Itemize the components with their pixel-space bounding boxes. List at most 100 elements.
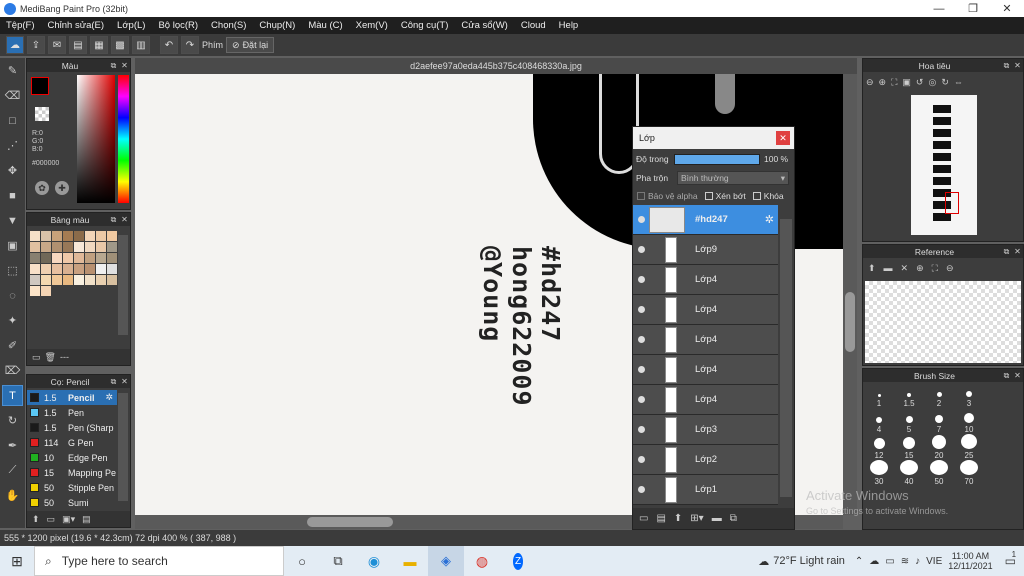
brush-export-icon[interactable]: ▤ bbox=[82, 514, 91, 525]
brush-size-option[interactable]: 30 bbox=[864, 460, 894, 486]
fit-icon[interactable]: ⛶ bbox=[932, 263, 938, 274]
menu-color[interactable]: Màu (C) bbox=[308, 20, 342, 31]
brush-item[interactable]: 1.5 Pen (Sharp bbox=[27, 420, 117, 435]
palette-swatch[interactable] bbox=[96, 242, 106, 252]
close-reference-icon[interactable]: ✕ bbox=[901, 263, 909, 274]
close-button[interactable]: ✕ bbox=[990, 0, 1024, 17]
battery-icon[interactable]: ▭ bbox=[885, 556, 894, 567]
palette-swatch[interactable] bbox=[96, 253, 106, 263]
palette-swatch[interactable] bbox=[52, 242, 62, 252]
menu-file[interactable]: Tệp(F) bbox=[6, 20, 35, 31]
eye-icon[interactable] bbox=[633, 486, 649, 493]
add-brush-icon[interactable]: ⬆ bbox=[32, 514, 40, 525]
palette-swatch[interactable] bbox=[30, 253, 40, 263]
float-icon[interactable]: ⧉ bbox=[1001, 247, 1012, 257]
palette-swatch[interactable] bbox=[30, 275, 40, 285]
dot-tool-icon[interactable]: ⋰ bbox=[2, 135, 23, 156]
task-view-icon[interactable]: ⧉ bbox=[320, 553, 356, 569]
open-folder-icon[interactable]: ▬ bbox=[884, 263, 893, 273]
palette-swatch[interactable] bbox=[63, 242, 73, 252]
blend-mode-select[interactable]: Bình thường ▾ bbox=[677, 171, 789, 185]
eye-icon[interactable] bbox=[633, 456, 649, 463]
eye-icon[interactable] bbox=[633, 276, 649, 283]
vertical-scroll-thumb[interactable] bbox=[845, 292, 855, 352]
merge-layer-icon[interactable]: ⧉ bbox=[730, 513, 737, 524]
select-eraser-tool-icon[interactable]: ⌦ bbox=[2, 360, 23, 381]
hue-slider[interactable] bbox=[118, 75, 129, 203]
palette-swatch[interactable] bbox=[30, 231, 40, 241]
new-halftone-layer-icon[interactable]: ▤ bbox=[656, 513, 665, 524]
menu-cloud[interactable]: Cloud bbox=[521, 20, 546, 31]
color-wheel-icon[interactable]: ✿ bbox=[35, 181, 49, 195]
fit-icon[interactable]: ⛶ bbox=[891, 77, 897, 88]
palette-swatch[interactable] bbox=[41, 286, 51, 296]
palette-scrollbar[interactable] bbox=[118, 235, 128, 335]
new-brush-icon[interactable]: ▭ bbox=[47, 514, 56, 525]
horizontal-scroll-thumb[interactable] bbox=[307, 517, 393, 527]
share-icon[interactable]: ⇪ bbox=[27, 36, 45, 54]
language-indicator[interactable]: VIE bbox=[926, 556, 942, 567]
palette-swatch[interactable] bbox=[85, 264, 95, 274]
bucket-tool-icon[interactable]: ▼ bbox=[2, 210, 23, 231]
brush-item[interactable]: 1.5 Pencil ✲ bbox=[27, 390, 117, 405]
menu-help[interactable]: Help bbox=[559, 20, 579, 31]
float-icon[interactable]: ⧉ bbox=[108, 215, 119, 225]
clip-checkbox[interactable] bbox=[704, 192, 713, 200]
palette-swatch[interactable] bbox=[41, 242, 51, 252]
eye-icon[interactable] bbox=[633, 216, 649, 223]
cortana-icon[interactable]: ○ bbox=[284, 554, 320, 569]
close-icon[interactable]: ✕ bbox=[119, 377, 130, 386]
layer-row[interactable]: Lớp1 bbox=[633, 475, 778, 505]
upload-icon[interactable]: ⬆ bbox=[868, 263, 876, 274]
navigator-preview[interactable] bbox=[911, 95, 977, 235]
brush-settings-icon[interactable]: ▣▾ bbox=[62, 514, 75, 525]
brush-size-option[interactable]: 40 bbox=[894, 460, 924, 486]
actual-size-icon[interactable]: ▣ bbox=[902, 77, 911, 88]
float-icon[interactable]: ⧉ bbox=[108, 61, 119, 71]
minimize-button[interactable]: — bbox=[922, 0, 956, 17]
layer-row[interactable]: Lớp3 bbox=[633, 415, 778, 445]
brush-size-option[interactable]: 70 bbox=[954, 460, 984, 486]
palette-swatch[interactable] bbox=[96, 231, 106, 241]
cloud-icon[interactable]: ☁ bbox=[6, 36, 24, 54]
palette-swatch[interactable] bbox=[107, 275, 117, 285]
brush-item[interactable]: 1.5 Pen bbox=[27, 405, 117, 420]
brush-item[interactable]: 10 Edge Pen bbox=[27, 450, 117, 465]
clock[interactable]: 11:00 AM 12/11/2021 bbox=[948, 551, 992, 571]
palette-swatch[interactable] bbox=[63, 253, 73, 263]
windows-start-icon[interactable]: ⊞ bbox=[0, 553, 34, 570]
lock-checkbox[interactable] bbox=[752, 192, 761, 200]
close-icon[interactable]: ✕ bbox=[776, 131, 790, 145]
weather-widget[interactable]: ☁ 72°F Light rain bbox=[758, 555, 845, 568]
brush-item[interactable]: 50 Sumi bbox=[27, 495, 117, 510]
palette-swatch[interactable] bbox=[74, 242, 84, 252]
layer-row[interactable]: Lớp4 bbox=[633, 325, 778, 355]
zoom-out-icon[interactable]: ⊖ bbox=[866, 77, 874, 88]
palette-swatch[interactable] bbox=[30, 264, 40, 274]
brush-item[interactable]: 114 G Pen bbox=[27, 435, 117, 450]
brush-size-option[interactable]: 4 bbox=[864, 408, 894, 434]
brush-scrollbar[interactable] bbox=[118, 393, 128, 501]
page-icon[interactable]: ▦ bbox=[90, 36, 108, 54]
rotate-right-icon[interactable]: ↻ bbox=[941, 77, 949, 88]
move-tool-icon[interactable]: ✥ bbox=[2, 160, 23, 181]
brush-size-option[interactable]: 7 bbox=[924, 408, 954, 434]
wifi-icon[interactable]: ≋ bbox=[901, 556, 909, 567]
eye-icon[interactable] bbox=[633, 246, 649, 253]
palette-swatch[interactable] bbox=[85, 253, 95, 263]
eye-icon[interactable] bbox=[633, 336, 649, 343]
chrome-icon[interactable]: ◍ bbox=[464, 553, 500, 570]
close-icon[interactable]: ✕ bbox=[1012, 61, 1023, 70]
brush-size-option[interactable]: 50 bbox=[924, 460, 954, 486]
brush-size-option[interactable]: 3 bbox=[954, 382, 984, 408]
layer-row[interactable]: Lớp4 bbox=[633, 295, 778, 325]
palette-swatch[interactable] bbox=[74, 231, 84, 241]
reset-snap-button[interactable]: ⊘ Đặt lại bbox=[226, 37, 275, 53]
maximize-button[interactable]: ❐ bbox=[956, 0, 990, 17]
layer-scrollbar[interactable] bbox=[780, 219, 792, 497]
brush-size-option[interactable]: 2 bbox=[924, 382, 954, 408]
vertical-scrollbar[interactable] bbox=[843, 74, 857, 515]
close-icon[interactable]: ✕ bbox=[1012, 247, 1023, 256]
text-tool-icon[interactable]: T bbox=[2, 385, 23, 406]
eraser-tool-icon[interactable]: ⌫ bbox=[2, 85, 23, 106]
